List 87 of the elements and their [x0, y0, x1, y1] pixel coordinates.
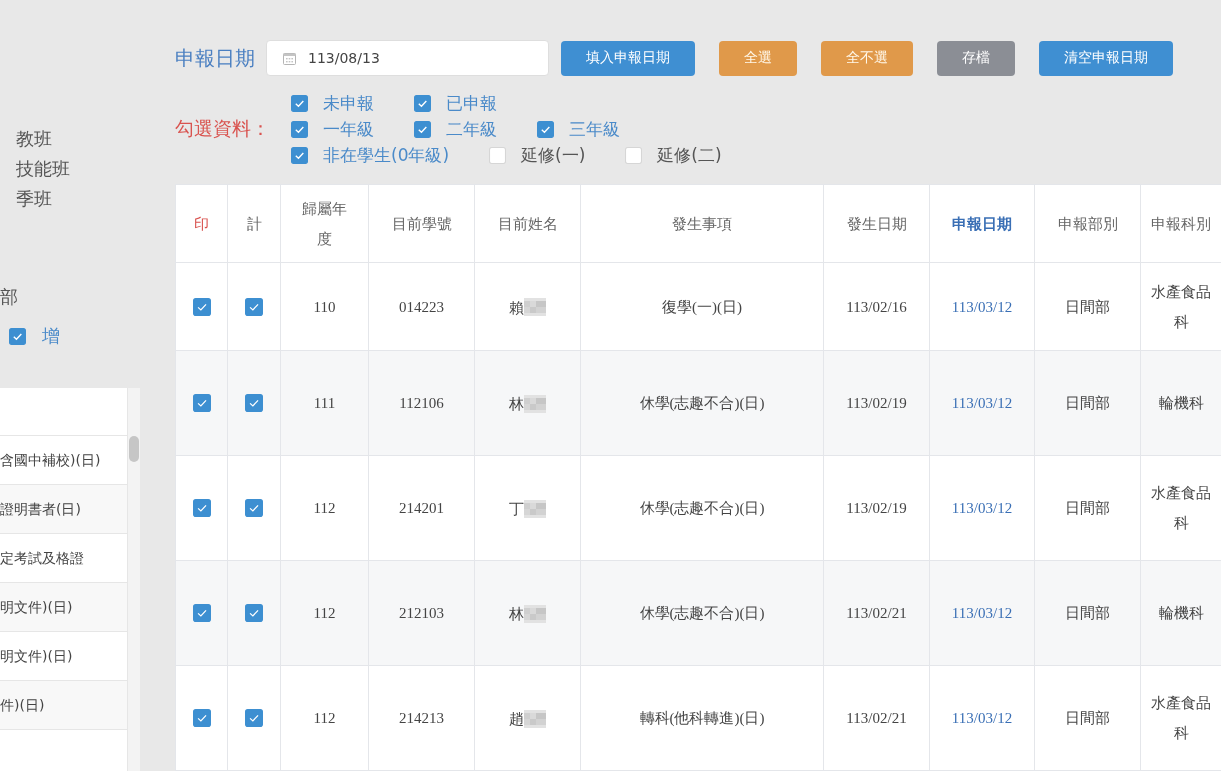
- save-button[interactable]: 存檔: [937, 40, 1015, 76]
- table-cell: 112: [280, 665, 369, 771]
- table-cell: 110: [280, 262, 369, 351]
- checkbox[interactable]: [245, 499, 263, 517]
- list-item[interactable]: 件)(日): [0, 681, 127, 730]
- date-field[interactable]: 113/08/13: [266, 40, 549, 76]
- table-cell: 輪機科: [1140, 350, 1221, 456]
- checkbox[interactable]: [414, 120, 431, 138]
- column-header: 目前姓名: [474, 184, 581, 263]
- table-cell: 日間部: [1034, 560, 1141, 666]
- table-cell: 日間部: [1034, 262, 1141, 351]
- column-header: 申報部別: [1034, 184, 1141, 263]
- checkbox[interactable]: [291, 94, 308, 112]
- table-cell: 休學(志趣不合)(日): [580, 350, 824, 456]
- department-label: 部: [0, 285, 18, 309]
- list-item[interactable]: 明文件)(日): [0, 583, 127, 632]
- checkbox[interactable]: [245, 709, 263, 727]
- checkbox[interactable]: [291, 120, 308, 138]
- calendar-icon: [283, 51, 296, 65]
- table-cell: 214213: [368, 665, 475, 771]
- scrollbar[interactable]: [128, 388, 140, 771]
- column-header: 歸屬年度: [280, 184, 369, 263]
- table-cell: 113/03/12: [929, 560, 1035, 666]
- pixel-blur-icon: [524, 298, 546, 317]
- table-cell: 113/03/12: [929, 665, 1035, 771]
- table-cell: 112106: [368, 350, 475, 456]
- pixel-blur-icon: [524, 394, 546, 413]
- checkbox[interactable]: [537, 120, 554, 138]
- table-cell: 111: [280, 350, 369, 456]
- student-name: 丁: [509, 500, 524, 517]
- student-name: 趙: [509, 710, 524, 727]
- checkbox[interactable]: [192, 297, 211, 316]
- table-cell: 112: [280, 455, 369, 561]
- table-cell: 113/02/16: [823, 262, 930, 351]
- column-header: 計: [227, 184, 281, 263]
- checkbox[interactable]: [192, 709, 211, 727]
- scrollbar-thumb[interactable]: [129, 436, 139, 462]
- table-cell: 113/02/21: [823, 665, 930, 771]
- student-name: 賴: [509, 299, 524, 316]
- table-cell: 113/02/19: [823, 350, 930, 456]
- list-item[interactable]: 證明書者(日): [0, 485, 127, 534]
- table-cell: 113/02/19: [823, 455, 930, 561]
- table-cell: 113/02/21: [823, 560, 930, 666]
- column-header: 發生日期: [823, 184, 930, 263]
- table-cell: 休學(志趣不合)(日): [580, 455, 824, 561]
- table-cell: 復學(一)(日): [580, 262, 824, 351]
- table-cell: 日間部: [1034, 455, 1141, 561]
- checkbox-label[interactable]: 延修(一): [521, 143, 586, 167]
- checkbox[interactable]: [414, 94, 431, 112]
- fill-date-button[interactable]: 填入申報日期: [561, 40, 695, 76]
- checkbox[interactable]: [192, 604, 211, 622]
- table-cell: 日間部: [1034, 350, 1141, 456]
- report-date-label: 申報日期: [175, 44, 255, 72]
- table-cell: 113/03/12: [929, 262, 1035, 351]
- checkbox[interactable]: [192, 499, 211, 517]
- checkbox[interactable]: [245, 604, 263, 622]
- table-cell: 014223: [368, 262, 475, 351]
- column-header: 申報日期: [929, 184, 1035, 263]
- table-cell: 轉科(他科轉進)(日): [580, 665, 824, 771]
- checkbox[interactable]: [245, 394, 263, 412]
- pixel-blur-icon: [524, 604, 546, 623]
- checkbox-label[interactable]: 延修(二): [657, 143, 722, 167]
- table-cell: 休學(志趣不合)(日): [580, 560, 824, 666]
- column-header: 申報科別: [1140, 184, 1221, 263]
- table-cell: 日間部: [1034, 665, 1141, 771]
- column-header: 印: [175, 184, 228, 263]
- checkbox[interactable]: [291, 146, 308, 164]
- sidebar-item[interactable]: 技能班: [0, 154, 70, 184]
- student-name: 林: [509, 605, 524, 622]
- table-cell: 112: [280, 560, 369, 666]
- table-cell: 輪機科: [1140, 560, 1221, 666]
- sidebar-item[interactable]: 教班: [0, 124, 52, 154]
- column-header: 目前學號: [368, 184, 475, 263]
- column-header: 發生事項: [580, 184, 824, 263]
- table-cell: 113/03/12: [929, 455, 1035, 561]
- filter-label: 勾選資料：: [175, 116, 271, 141]
- checkbox[interactable]: [192, 394, 211, 412]
- table-cell: 212103: [368, 560, 475, 666]
- pixel-blur-icon: [524, 709, 546, 728]
- clear-date-button[interactable]: 清空申報日期: [1039, 40, 1173, 76]
- sidebar-item[interactable]: 季班: [0, 184, 52, 214]
- checkbox[interactable]: [245, 297, 263, 316]
- student-name: 林: [509, 395, 524, 412]
- table-cell: 214201: [368, 455, 475, 561]
- table-cell: 113/03/12: [929, 350, 1035, 456]
- pixel-blur-icon: [524, 499, 546, 518]
- checkbox[interactable]: [9, 327, 26, 345]
